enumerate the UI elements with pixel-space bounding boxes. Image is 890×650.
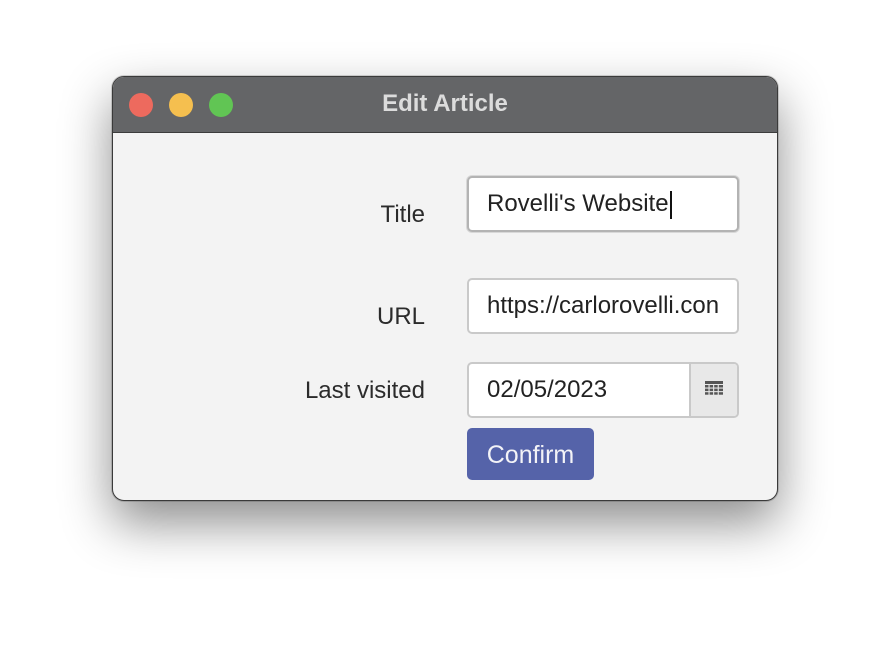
url-input[interactable]: https://carlorovelli.con [467, 278, 739, 334]
title-label: Title [380, 201, 425, 228]
calendar-button[interactable] [689, 364, 737, 416]
window-title: Edit Article [382, 90, 508, 117]
last-visited-date-picker[interactable]: 02/05/2023 [467, 362, 739, 418]
url-input-value: https://carlorovelli.con [487, 292, 720, 319]
title-bar[interactable]: Edit Article [113, 77, 777, 133]
text-caret [669, 190, 672, 219]
title-input-value: Rovelli's Website [487, 190, 669, 217]
last-visited-label: Last visited [304, 377, 425, 404]
edit-article-window: Edit Article Title Rovelli's Website URL… [112, 76, 778, 501]
url-label: URL [376, 303, 425, 330]
calendar-icon [705, 381, 723, 395]
confirm-button[interactable]: Confirm [467, 428, 594, 480]
title-input[interactable]: Rovelli's Website [467, 176, 739, 232]
last-visited-value: 02/05/2023 [487, 376, 608, 403]
